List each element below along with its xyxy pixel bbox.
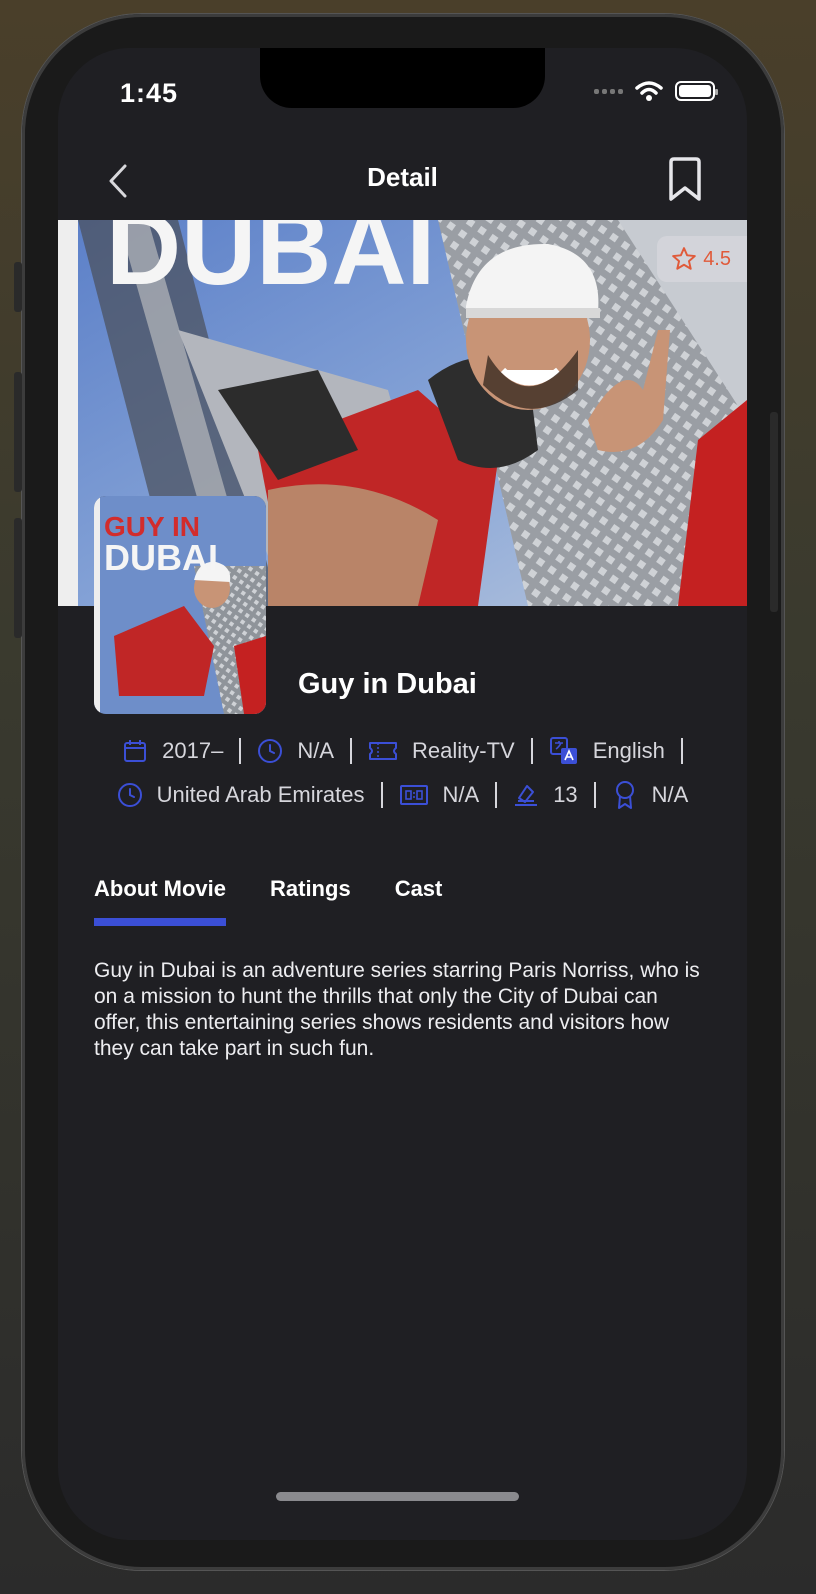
meta-row-1: 2017– N/A Reality-TV English bbox=[58, 736, 747, 766]
side-button-power bbox=[770, 412, 778, 612]
star-icon bbox=[672, 247, 696, 270]
score-icon bbox=[399, 782, 429, 808]
meta-runtime: N/A bbox=[257, 738, 334, 764]
rating-badge: 4.5 bbox=[657, 236, 747, 282]
meta-awards: N/A bbox=[612, 781, 689, 809]
meta-country: United Arab Emirates bbox=[117, 782, 365, 808]
bookmark-button[interactable] bbox=[663, 154, 707, 204]
separator bbox=[495, 782, 498, 808]
meta-country-value: United Arab Emirates bbox=[156, 782, 365, 807]
battery-icon bbox=[675, 81, 718, 101]
hero-banner-text: DUBAI bbox=[106, 220, 435, 307]
wifi-icon bbox=[635, 81, 663, 101]
separator bbox=[350, 738, 353, 764]
tab-ratings[interactable]: Ratings bbox=[270, 876, 351, 920]
award-icon bbox=[612, 781, 638, 809]
meta-language-value: English bbox=[592, 738, 665, 763]
separator bbox=[530, 738, 533, 764]
page-title: Detail bbox=[367, 162, 438, 192]
poster-art: GUY IN DUBAI bbox=[94, 496, 266, 714]
screen: 1:45 Detail DUBAI 4.5 GUY IN DUBAI Guy i… bbox=[58, 48, 747, 1540]
side-button-mute bbox=[14, 262, 22, 312]
notch bbox=[260, 48, 545, 108]
clock-icon bbox=[257, 738, 283, 764]
status-time: 1:45 bbox=[120, 78, 179, 108]
ticket-icon bbox=[368, 738, 398, 764]
about-text: Guy in Dubai is an adventure series star… bbox=[94, 959, 700, 1060]
nav-bar: Detail bbox=[58, 148, 747, 218]
home-indicator[interactable] bbox=[276, 1492, 519, 1501]
meta-language: English bbox=[549, 736, 665, 766]
separator bbox=[380, 782, 383, 808]
poster-image[interactable]: GUY IN DUBAI bbox=[94, 496, 266, 714]
poster-title-line2: DUBAI bbox=[104, 537, 218, 578]
meta-score-value: N/A bbox=[442, 782, 480, 807]
meta-score: N/A bbox=[399, 782, 480, 808]
meta-rated-value: 13 bbox=[553, 782, 578, 807]
cellular-signal-icon bbox=[594, 88, 623, 94]
rated-icon bbox=[513, 782, 539, 808]
translate-icon bbox=[549, 736, 579, 766]
status-bar: 1:45 bbox=[58, 48, 747, 148]
tab-cast[interactable]: Cast bbox=[395, 876, 443, 920]
calendar-icon bbox=[122, 738, 148, 764]
tab-bar: About Movie Ratings Cast bbox=[94, 876, 443, 926]
meta-year: 2017– bbox=[122, 738, 223, 764]
meta-awards-value: N/A bbox=[651, 782, 689, 807]
meta-runtime-value: N/A bbox=[297, 738, 335, 763]
separator bbox=[680, 738, 683, 764]
meta-genre: Reality-TV bbox=[368, 738, 515, 764]
meta-rated: 13 bbox=[513, 782, 578, 808]
movie-title: Guy in Dubai bbox=[298, 668, 477, 700]
rating-value: 4.5 bbox=[703, 247, 731, 270]
status-icons bbox=[594, 80, 718, 102]
tab-about-movie[interactable]: About Movie bbox=[94, 876, 226, 926]
meta-row-2: United Arab Emirates N/A 13 N/A bbox=[58, 781, 747, 809]
separator bbox=[239, 738, 242, 764]
clock-icon bbox=[117, 782, 143, 808]
bookmark-icon bbox=[669, 157, 701, 201]
side-button-volume-up bbox=[14, 372, 22, 492]
meta-year-value: 2017– bbox=[162, 738, 224, 763]
separator bbox=[593, 782, 596, 808]
side-button-volume-down bbox=[14, 518, 22, 638]
meta-genre-value: Reality-TV bbox=[412, 738, 515, 763]
